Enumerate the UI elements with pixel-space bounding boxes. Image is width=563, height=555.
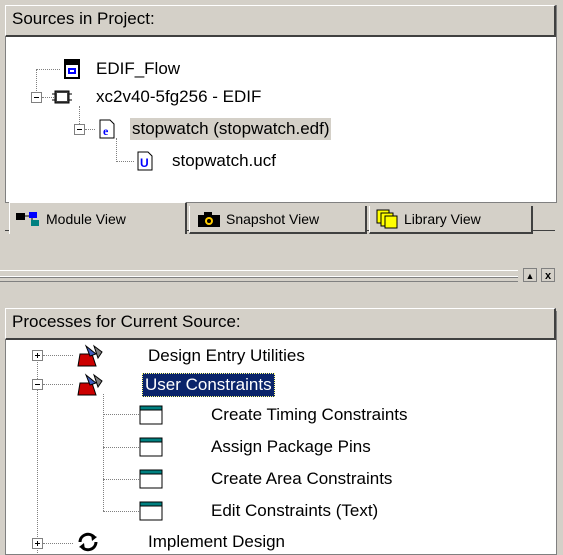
- window-icon: [139, 469, 163, 489]
- tree-connector: [43, 384, 73, 385]
- process-label: Create Timing Constraints: [211, 405, 408, 424]
- tree-connector: [103, 511, 139, 512]
- process-label: Design Entry Utilities: [148, 346, 305, 365]
- process-label: Assign Package Pins: [211, 437, 371, 456]
- expander-minus[interactable]: [32, 379, 43, 390]
- library-icon: [376, 209, 398, 229]
- tab-label: Module View: [46, 210, 126, 227]
- toolbox-icon: [77, 373, 103, 396]
- expander-plus[interactable]: [32, 538, 43, 549]
- tree-item-label: stopwatch.ucf: [172, 151, 276, 170]
- sources-header: Sources in Project:: [5, 5, 556, 37]
- window-icon: [139, 501, 163, 521]
- splitter-bar: [0, 276, 518, 282]
- tab-snapshot-view[interactable]: Snapshot View: [189, 206, 367, 234]
- chip-icon: [52, 90, 72, 104]
- restore-button[interactable]: ▲: [523, 268, 537, 282]
- tab-label: Snapshot View: [226, 211, 320, 227]
- tree-connector: [116, 138, 117, 162]
- process-assign-package-pins[interactable]: Assign Package Pins: [139, 436, 459, 458]
- ucf-file-icon: U: [137, 151, 153, 171]
- tree-item-stopwatch-ucf[interactable]: U stopwatch.ucf: [134, 150, 334, 172]
- tab-label: Library View: [404, 211, 481, 227]
- tree-item-label: EDIF_Flow: [96, 59, 181, 78]
- tree-item-edif-flow[interactable]: EDIF_Flow: [60, 58, 220, 80]
- toolbox-icon: [77, 344, 103, 367]
- tree-connector: [43, 543, 73, 544]
- tree-item-device[interactable]: xc2v40-5fg256 - EDIF: [48, 86, 308, 108]
- camera-icon: [198, 212, 220, 227]
- process-create-area-constraints[interactable]: Create Area Constraints: [139, 468, 459, 490]
- window-icon: [139, 405, 163, 425]
- tree-item-stopwatch-edf[interactable]: e stopwatch (stopwatch.edf): [96, 118, 396, 140]
- process-implement-design[interactable]: Implement Design: [74, 531, 374, 553]
- svg-text:U: U: [140, 156, 149, 170]
- process-create-timing-constraints[interactable]: Create Timing Constraints: [139, 404, 459, 426]
- tree-connector: [103, 394, 104, 511]
- tree-connector: [85, 129, 95, 130]
- tree-connector: [103, 479, 139, 480]
- process-label: Implement Design: [148, 532, 286, 551]
- expander-minus[interactable]: [74, 124, 85, 135]
- tab-library-view[interactable]: Library View: [369, 206, 533, 234]
- tab-module-view[interactable]: Module View: [9, 202, 187, 234]
- project-icon: [64, 59, 80, 79]
- tree-connector: [36, 69, 60, 70]
- svg-text:e: e: [103, 124, 109, 138]
- tree-connector: [116, 161, 134, 162]
- process-label: Edit Constraints (Text): [211, 501, 379, 520]
- process-user-constraints[interactable]: User Constraints: [74, 373, 374, 397]
- tree-connector: [103, 447, 139, 448]
- expander-minus[interactable]: [31, 92, 42, 103]
- tree-item-label: stopwatch (stopwatch.edf): [130, 118, 332, 140]
- expander-plus[interactable]: [32, 350, 43, 361]
- process-design-entry-utilities[interactable]: Design Entry Utilities: [74, 344, 374, 368]
- process-edit-constraints-text[interactable]: Edit Constraints (Text): [139, 500, 459, 522]
- window-icon: [139, 437, 163, 457]
- process-label: User Constraints: [142, 373, 275, 397]
- edif-file-icon: e: [99, 119, 115, 139]
- tree-connector: [103, 414, 139, 415]
- process-label: Create Area Constraints: [211, 469, 393, 488]
- close-button[interactable]: x: [541, 268, 555, 282]
- tree-connector: [43, 355, 73, 356]
- tree-item-label: xc2v40-5fg256 - EDIF: [96, 87, 262, 106]
- module-view-icon: [16, 211, 39, 226]
- refresh-icon: [78, 532, 98, 552]
- processes-header: Processes for Current Source:: [5, 308, 556, 340]
